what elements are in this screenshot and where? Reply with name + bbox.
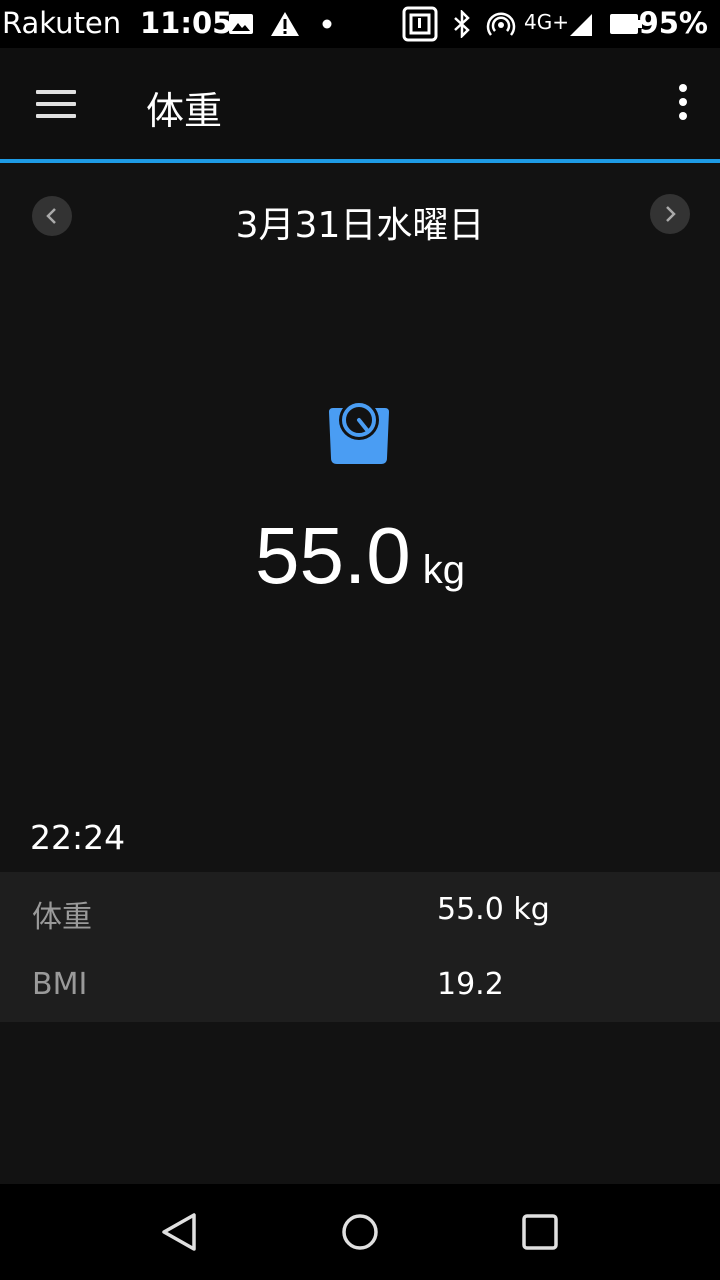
hotspot-icon xyxy=(486,12,516,36)
date-label: 3月31日水曜日 xyxy=(235,205,485,246)
app-bar-divider xyxy=(0,159,720,163)
warning-icon xyxy=(271,12,299,36)
row-value: 55.0 kg xyxy=(437,892,550,927)
next-day-button[interactable] xyxy=(650,194,690,234)
network-type: 4G+ xyxy=(524,10,569,34)
status-bar: Rakuten 11:05 4G+ 95% xyxy=(0,0,720,48)
clock: 11:05 xyxy=(140,6,233,40)
overflow-menu-icon xyxy=(679,84,687,92)
carrier-label: Rakuten xyxy=(2,6,122,40)
nfc-icon xyxy=(402,6,438,42)
weight-unit: kg xyxy=(422,548,465,592)
page-title: 体重 xyxy=(146,89,223,133)
app-bar: 体重 xyxy=(0,48,720,160)
scale-icon xyxy=(329,400,389,464)
notification-dot-icon xyxy=(322,19,332,29)
row-label: 体重 xyxy=(32,900,92,935)
menu-button[interactable] xyxy=(26,76,86,132)
battery-percent: 95% xyxy=(638,6,708,40)
home-button[interactable] xyxy=(340,1212,380,1252)
entry-time: 22:24 xyxy=(30,818,126,857)
row-label: BMI xyxy=(32,967,88,1002)
back-button[interactable] xyxy=(160,1212,200,1252)
bluetooth-icon xyxy=(454,10,470,38)
entry-details[interactable]: 体重 55.0 kg BMI 19.2 xyxy=(0,872,720,1022)
signal-icon xyxy=(570,14,592,36)
more-options-button[interactable] xyxy=(672,82,696,126)
chevron-right-icon xyxy=(666,206,676,222)
weight-summary: 55.0 kg xyxy=(0,510,720,602)
system-nav-bar xyxy=(0,1184,720,1280)
battery-icon xyxy=(610,14,642,34)
weight-value: 55.0 xyxy=(255,511,411,600)
row-value: 19.2 xyxy=(437,967,504,1002)
image-icon xyxy=(229,14,253,34)
menu-icon xyxy=(36,90,76,94)
table-row: BMI 19.2 xyxy=(0,947,720,1022)
table-row: 体重 55.0 kg xyxy=(0,872,720,947)
recents-button[interactable] xyxy=(520,1212,560,1252)
